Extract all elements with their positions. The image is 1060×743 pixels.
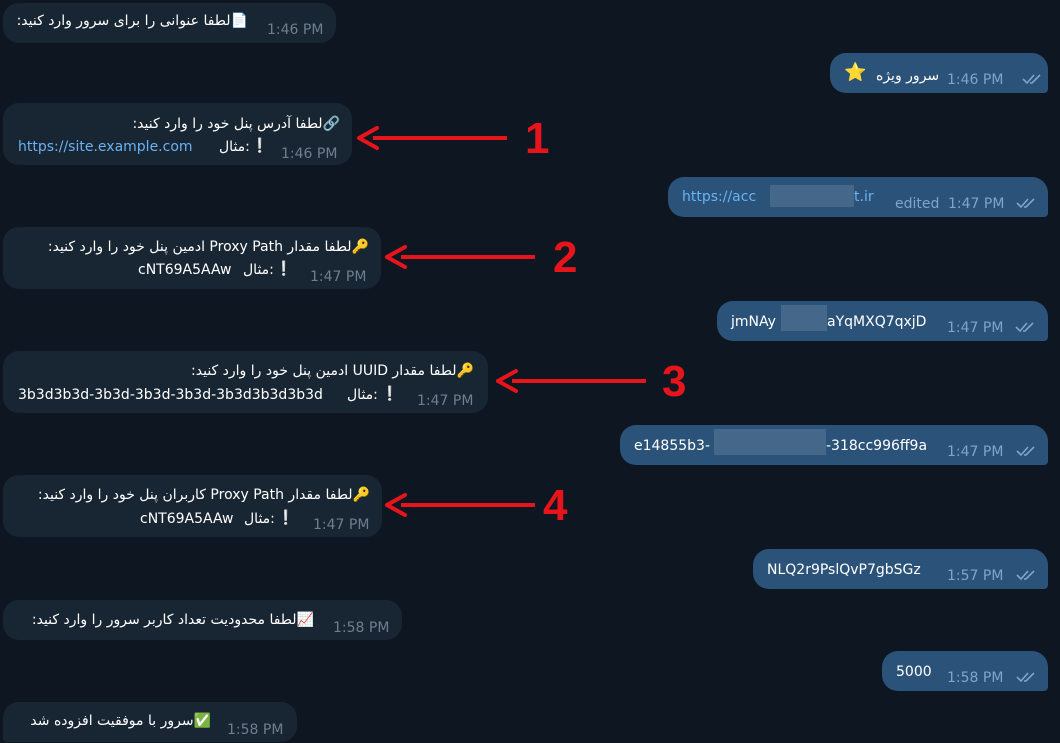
example-label: مثال: (244, 511, 275, 527)
message-bubble[interactable]: 🔑لطفا مقدار UUID ادمین پنل خود را وارد ک… (3, 351, 488, 413)
example-value: cNT69A5AAw (138, 262, 232, 278)
key-icon: 🔑 (352, 487, 370, 503)
message-bubble-outgoing[interactable]: NLQ2r9PslQvP7gbSGz 1:57 PM (753, 549, 1048, 589)
annotation-number-2: 2 (553, 233, 578, 282)
message-bubble[interactable]: 🔑لطفا مقدار Proxy Path کاربران پنل خود ر… (3, 475, 382, 537)
message-text: لطفا عنوانی را برای سرور وارد کنید: (16, 13, 231, 29)
pin-icon: 📄 (230, 13, 248, 29)
message-time: 1:46 PM (947, 72, 1004, 88)
message-time: 1:47 PM (947, 320, 1004, 336)
redacted-blur (781, 305, 827, 331)
read-checks-icon (1016, 446, 1035, 457)
read-checks-icon (1016, 672, 1035, 683)
message-time: 1:47 PM (947, 444, 1004, 460)
message-bubble-outgoing[interactable]: jmNAy aYqMXQ7qxjD 1:47 PM (717, 301, 1048, 341)
link-icon: 🔗 (322, 116, 340, 132)
message-bubble-outgoing[interactable]: ⭐ سرور ویژه 1:46 PM (830, 53, 1048, 93)
message-time: 1:58 PM (947, 670, 1004, 686)
message-text: 5000 (896, 664, 932, 680)
exclamation-icon: ❕ (251, 138, 269, 154)
annotation-arrow-3 (496, 369, 646, 393)
read-checks-icon (1016, 198, 1035, 209)
read-checks-icon (1015, 322, 1034, 333)
message-text-end: aYqMXQ7qxjD (827, 314, 927, 330)
message-bubble-outgoing[interactable]: e14855b3- -318cc996ff9a 1:47 PM (620, 425, 1048, 465)
key-icon: 🔑 (351, 239, 369, 255)
check-icon: ✅ (193, 713, 211, 729)
message-text: لطفا آدرس پنل خود را وارد کنید: (132, 116, 323, 132)
message-text: لطفا مقدار Proxy Path ادمین پنل خود را و… (47, 239, 352, 255)
message-text: سرور ویژه (876, 68, 940, 84)
chart-icon: 📈 (296, 612, 314, 628)
message-bubble[interactable]: 1:46 PM 📄لطفا عنوانی را برای سرور وارد ک… (3, 3, 336, 43)
exclamation-icon: ❕ (277, 510, 295, 526)
message-text: سرور با موفقیت افزوده شد (30, 713, 194, 729)
message-bubble-outgoing[interactable]: 5000 1:58 PM (882, 651, 1048, 691)
message-time: 1:47 PM (310, 269, 367, 285)
star-icon: ⭐ (844, 62, 867, 83)
message-time: 1:58 PM (333, 620, 390, 636)
message-bubble[interactable]: 📈لطفا محدودیت تعداد کاربر سرور را وارد ک… (3, 600, 402, 640)
example-value: cNT69A5AAw (140, 511, 234, 527)
exclamation-icon: ❕ (275, 261, 293, 277)
example-value: 3b3d3b3d-3b3d-3b3d-3b3d-3b3d3b3d3b3d (18, 387, 323, 403)
redacted-blur (714, 429, 826, 455)
message-bubble[interactable]: ✅سرور با موفقیت افزوده شد 1:58 PM (3, 702, 297, 742)
message-time: 1:47 PM (417, 393, 474, 409)
message-text-end: -318cc996ff9a (826, 438, 928, 454)
redacted-blur (770, 185, 854, 207)
message-time: 1:47 PM (313, 517, 370, 533)
annotation-number-4: 4 (543, 481, 568, 530)
message-bubble-outgoing[interactable]: https://acc t.ir edited 1:47 PM (668, 177, 1048, 217)
example-label: مثال: (347, 387, 378, 403)
message-time: 1:57 PM (947, 568, 1004, 584)
message-time: 1:58 PM (227, 722, 284, 738)
message-bubble[interactable]: 🔑لطفا مقدار Proxy Path ادمین پنل خود را … (3, 227, 381, 289)
message-text: e14855b3- (634, 438, 710, 454)
link-text-end[interactable]: t.ir (854, 186, 874, 208)
message-text: لطفا محدودیت تعداد کاربر سرور را وارد کن… (31, 612, 297, 628)
message-time: 1:47 PM (948, 196, 1005, 212)
annotation-arrow-2 (385, 245, 535, 269)
message-text: NLQ2r9PslQvP7gbSGz (767, 562, 921, 578)
example-label: مثال: (219, 139, 250, 155)
read-checks-icon (1022, 74, 1041, 85)
annotation-number-1: 1 (525, 114, 550, 163)
message-bubble[interactable]: 🔗لطفا آدرس پنل خود را وارد کنید: https:/… (3, 103, 352, 165)
read-checks-icon (1016, 570, 1035, 581)
exclamation-icon: ❕ (381, 386, 399, 402)
example-link[interactable]: https://site.example.com (18, 136, 193, 158)
key-icon: 🔑 (456, 363, 474, 379)
annotation-number-3: 3 (662, 357, 687, 406)
example-label: مثال: (243, 262, 274, 278)
message-time: 1:46 PM (281, 146, 338, 162)
message-text: jmNAy (731, 314, 776, 330)
message-text: لطفا مقدار Proxy Path کاربران پنل خود را… (37, 487, 353, 503)
annotation-arrow-1 (357, 126, 507, 150)
link-text[interactable]: https://acc (682, 186, 756, 208)
message-text: لطفا مقدار UUID ادمین پنل خود را وارد کن… (191, 363, 457, 379)
annotation-arrow-4 (385, 493, 535, 517)
edited-label: edited (895, 196, 940, 212)
message-time: 1:46 PM (267, 22, 324, 38)
